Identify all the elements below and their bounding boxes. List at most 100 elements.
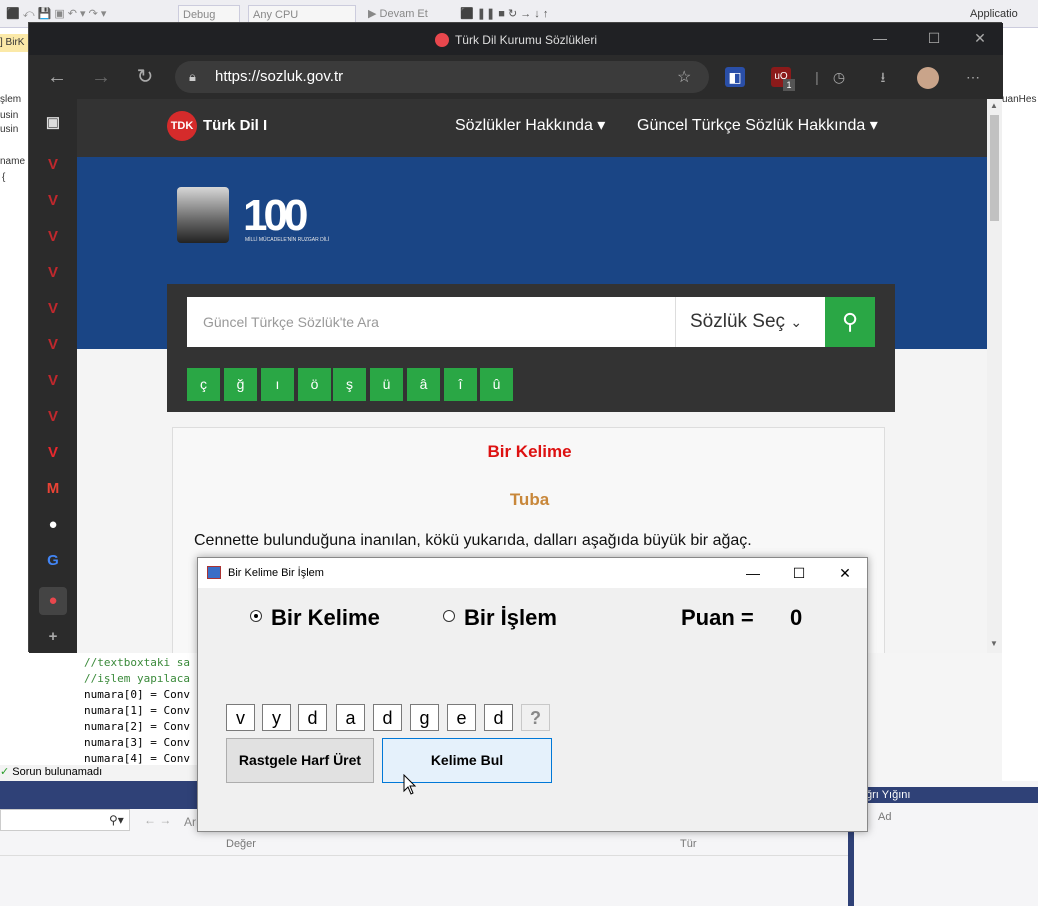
radio-bir-islem-label: Bir İşlem	[464, 605, 557, 630]
locals-search[interactable]: ⚲▾	[0, 809, 130, 831]
extension-shield-icon[interactable]: ◧	[725, 67, 745, 87]
reload-icon[interactable]: ↻	[133, 65, 157, 89]
download-icon[interactable]: ⭳	[873, 67, 893, 87]
divider	[0, 855, 848, 856]
char-button[interactable]: ğ	[224, 368, 257, 401]
minimize-icon[interactable]: —	[865, 27, 895, 49]
centenary-logo: 100	[243, 191, 308, 240]
char-button[interactable]: ü	[370, 368, 403, 401]
browser-toolbar: ← → ↻ 🔒︎ https://sozluk.gov.tr ☆ ◧ uO 1 …	[29, 55, 1003, 99]
col-type: Tür	[680, 838, 697, 850]
char-button[interactable]: ç	[187, 368, 220, 401]
search-input[interactable]: Güncel Türkçe Sözlük'te Ara	[187, 297, 675, 347]
maximize-icon[interactable]: ☐	[776, 561, 822, 585]
char-button[interactable]: û	[480, 368, 513, 401]
joker-letter-box[interactable]: ?	[521, 704, 550, 731]
page-scrollbar[interactable]: ▲ ▼	[987, 99, 1002, 653]
vs-left-label: usin	[0, 110, 19, 121]
add-tab-icon[interactable]: +	[43, 627, 63, 647]
search-panel: Güncel Türkçe Sözlük'te Ara Sözlük Seç ⌄…	[167, 284, 895, 412]
menu-dictionaries[interactable]: Sözlükler Hakkında ▾	[455, 115, 605, 135]
callstack-title: ğrı Yığını	[866, 789, 911, 801]
callstack-panel: ğrı Yığını Ad	[848, 781, 1038, 906]
radio-unchecked-icon	[443, 610, 455, 622]
tab-v-icon[interactable]: V	[43, 227, 63, 247]
scroll-down-icon[interactable]: ▼	[990, 639, 998, 648]
letter-box[interactable]: e	[447, 704, 476, 731]
tdk-logo-icon[interactable]: TDK	[167, 111, 197, 141]
back-icon[interactable]: ←	[45, 65, 69, 89]
profile-avatar[interactable]	[917, 67, 939, 89]
vs-doc-tab[interactable]: ] BirK	[0, 34, 28, 52]
platform-combo[interactable]: Any CPU	[248, 5, 356, 23]
browser-title: Türk Dil Kurumu Sözlükleri	[29, 23, 1003, 55]
maximize-icon[interactable]: ☐	[919, 27, 949, 49]
tab-v-icon[interactable]: V	[43, 371, 63, 391]
char-button[interactable]: ı	[261, 368, 294, 401]
tdk-tab-icon[interactable]: ●	[39, 587, 67, 615]
minimize-icon[interactable]: —	[730, 561, 776, 585]
vs-status: ✓ Sorun bulunamadı	[0, 765, 200, 781]
vs-left-label: usin	[0, 124, 19, 135]
close-icon[interactable]: ✕	[965, 27, 995, 49]
tab-v-icon[interactable]: V	[43, 335, 63, 355]
continue-button[interactable]: ▶ Devam Et	[368, 5, 428, 23]
score-value: 0	[790, 605, 803, 630]
github-icon[interactable]: ●	[43, 515, 63, 535]
history-icon[interactable]: ◷	[829, 67, 849, 87]
check-icon: ✓	[0, 766, 10, 778]
menu-gts[interactable]: Güncel Türkçe Sözlük Hakkında ▾	[637, 115, 878, 135]
centenary-subtitle: MİLLİ MÜCADELE'NİN RUZGAR DİLİ	[245, 237, 330, 243]
site-logo-text[interactable]: Türk Dil I	[203, 117, 267, 134]
tab-v-icon[interactable]: V	[43, 263, 63, 283]
debug-controls[interactable]: ⬛ ❚❚ ■ ↻ → ↓ ↑	[460, 5, 548, 23]
radio-bir-islem[interactable]: Bir İşlem	[443, 605, 557, 631]
favorite-icon[interactable]: ☆	[677, 67, 691, 87]
letter-box[interactable]: v	[226, 704, 255, 731]
letter-box[interactable]: d	[484, 704, 513, 731]
tab-v-icon[interactable]: V	[43, 443, 63, 463]
scroll-up-icon[interactable]: ▲	[990, 101, 998, 110]
code-line: numara[4] = Conv	[84, 752, 190, 765]
dictionary-select[interactable]: Sözlük Seç ⌄	[675, 297, 825, 347]
card-definition: Cennette bulunduğuna inanılan, kökü yuka…	[194, 532, 752, 549]
tdk-logo-icon	[434, 33, 449, 47]
tab-actions-icon[interactable]: ▣	[43, 113, 63, 133]
char-button[interactable]: ö	[298, 368, 331, 401]
tab-v-icon[interactable]: V	[43, 191, 63, 211]
letter-box[interactable]: a	[336, 704, 365, 731]
close-icon[interactable]: ✕	[822, 561, 868, 585]
letter-box[interactable]: g	[410, 704, 439, 731]
app-label: Applicatio	[970, 8, 1018, 20]
char-button[interactable]: â	[407, 368, 440, 401]
search-button[interactable]: ⚲	[825, 297, 875, 347]
card-title: Bir Kelime	[487, 442, 572, 461]
char-button[interactable]: î	[444, 368, 477, 401]
code-line: numara[2] = Conv	[84, 720, 190, 733]
vs-toolbar-icons[interactable]: ⬛ ⤺ 💾 ▣ ↶ ▾ ↷ ▾	[6, 5, 106, 23]
vs-editor-right: uanHes	[1002, 28, 1038, 788]
random-letter-button[interactable]: Rastgele Harf Üret	[226, 738, 374, 783]
vs-left-label: şlem	[0, 94, 22, 105]
scroll-thumb[interactable]	[990, 115, 999, 221]
char-button[interactable]: ş	[333, 368, 366, 401]
vs-right-label: uanHes	[1002, 94, 1037, 105]
letter-box[interactable]: d	[298, 704, 327, 731]
tab-v-icon[interactable]: V	[43, 407, 63, 427]
radio-bir-kelime[interactable]: Bir Kelime	[250, 605, 380, 631]
nav-arrows[interactable]: ← →	[144, 813, 171, 827]
dialog-titlebar: Bir Kelime Bir İşlem — ☐ ✕	[198, 558, 867, 588]
code-line: //textboxtaki sa	[84, 656, 190, 669]
gmail-icon[interactable]: M	[43, 479, 63, 499]
google-icon[interactable]: G	[43, 551, 63, 571]
letter-box[interactable]: d	[373, 704, 402, 731]
letter-box[interactable]: y	[262, 704, 291, 731]
tab-v-icon[interactable]: V	[43, 155, 63, 175]
tab-v-icon[interactable]: V	[43, 299, 63, 319]
lock-icon: 🔒︎	[189, 69, 196, 84]
config-combo[interactable]: Debug	[178, 5, 240, 23]
card-word[interactable]: Tuba	[173, 490, 886, 510]
more-icon[interactable]: ⋯	[963, 67, 983, 87]
address-bar[interactable]: 🔒︎ https://sozluk.gov.tr ☆	[175, 61, 709, 93]
forward-icon[interactable]: →	[89, 65, 113, 89]
